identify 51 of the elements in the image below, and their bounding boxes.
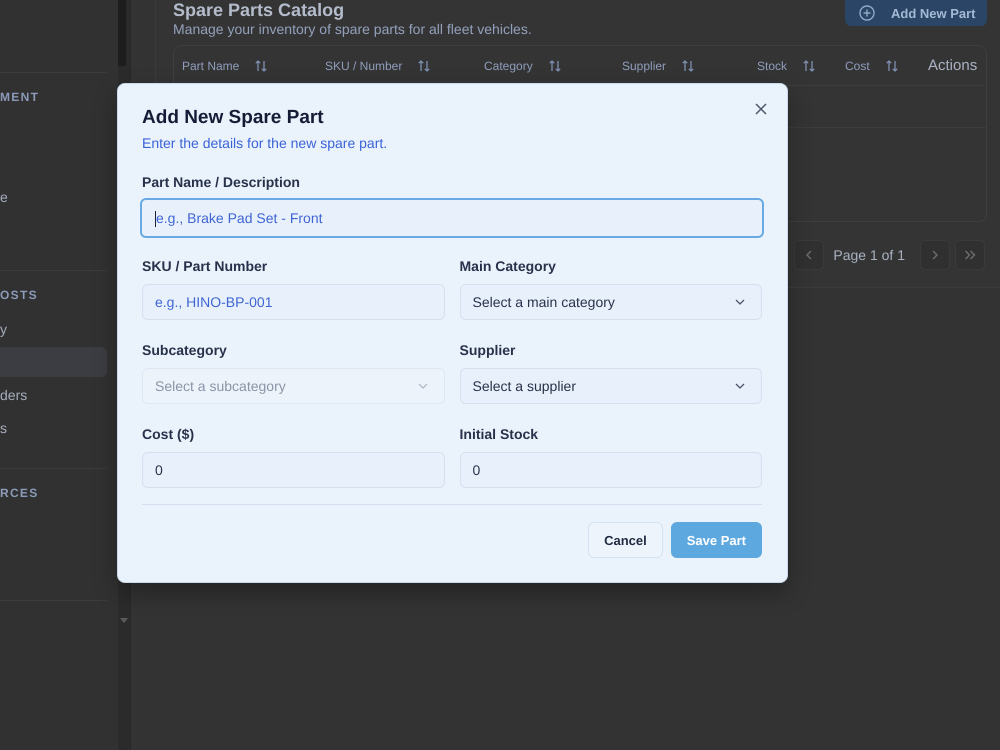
sidebar-item[interactable]: e	[0, 182, 107, 212]
page-indicator: Page 1 of 1	[833, 247, 905, 263]
column-header: Actions	[928, 57, 978, 74]
dialog-subtitle: Enter the details for the new spare part.	[142, 134, 388, 153]
field-label: SKU / Part Number	[142, 257, 268, 276]
add-new-part-button[interactable]: Add New Part	[845, 0, 987, 26]
page-subtitle: Manage your inventory of spare parts for all fleet vehicles.	[173, 20, 532, 38]
text-input[interactable]: e.g., Brake Pad Set - Front	[140, 198, 764, 238]
column-header[interactable]: Category	[484, 58, 533, 72]
field-label: Subcategory	[142, 341, 228, 360]
sort-icon[interactable]	[255, 60, 268, 72]
text-input[interactable]: 0	[460, 452, 762, 488]
sidebar-section-heading: MENT	[0, 89, 40, 105]
sort-icon[interactable]	[548, 60, 561, 72]
chevron-down-icon	[735, 383, 745, 389]
column-header[interactable]: Part Name	[182, 58, 240, 72]
sort-icon[interactable]	[886, 60, 898, 72]
text-cursor-icon	[155, 211, 156, 227]
scroll-down-arrow-icon[interactable]	[120, 618, 128, 623]
select-dropdown[interactable]: Select a main category	[460, 284, 762, 320]
column-header[interactable]: SKU / Number	[325, 58, 402, 72]
chevron-down-icon	[735, 299, 745, 305]
plus-circle-icon	[859, 5, 875, 21]
sidebar-item[interactable]: ders	[0, 380, 107, 410]
field-label: Part Name / Description	[142, 173, 301, 192]
sort-icon[interactable]	[418, 60, 430, 72]
sort-icon[interactable]	[803, 60, 816, 72]
sidebar-section-heading: OSTS	[0, 287, 39, 303]
field-label: Main Category	[460, 257, 557, 276]
chevron-right-icon	[931, 250, 939, 260]
sidebar-item[interactable]: s	[0, 413, 107, 443]
field-label: Supplier	[460, 341, 517, 360]
column-header[interactable]: Stock	[757, 58, 788, 72]
last-page-button[interactable]	[955, 240, 985, 270]
double-chevron-right-icon	[964, 250, 976, 260]
dialog-title: Add New Spare Part	[142, 107, 325, 129]
sidebar-section-heading: RCES	[0, 485, 40, 501]
cancel-button[interactable]: Cancel	[588, 522, 663, 558]
close-button[interactable]	[754, 102, 768, 116]
field-label: Initial Stock	[460, 425, 540, 444]
close-icon	[755, 103, 767, 115]
page-title: Spare Parts Catalog	[173, 0, 346, 20]
field-label: Cost ($)	[142, 425, 196, 444]
chevron-down-icon	[418, 383, 428, 389]
sidebar-item[interactable]: y	[0, 314, 107, 344]
column-header[interactable]: Supplier	[622, 58, 666, 72]
sort-icon[interactable]	[682, 60, 694, 72]
column-header[interactable]: Cost	[845, 58, 870, 72]
chevron-left-icon	[805, 250, 814, 260]
text-input[interactable]: 0	[142, 452, 444, 488]
select-dropdown[interactable]: Select a supplier	[460, 368, 762, 404]
